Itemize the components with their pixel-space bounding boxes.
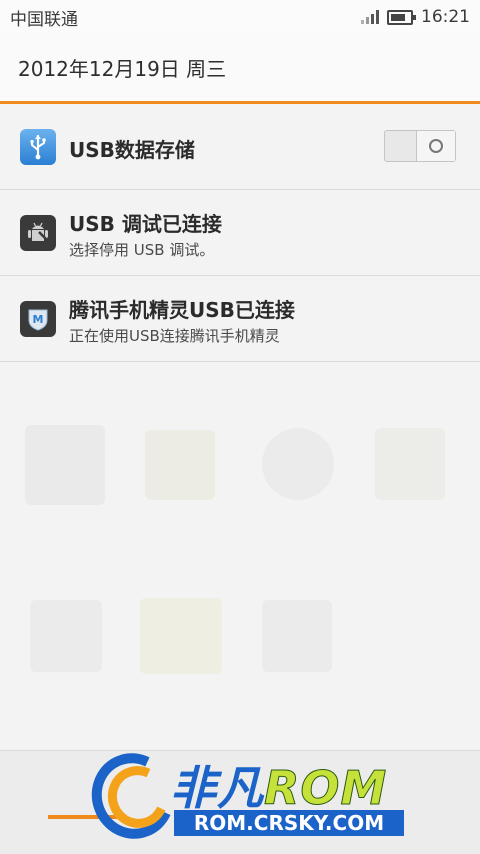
clock: 16:21 (421, 7, 470, 27)
brand-cn: 非凡 (170, 761, 264, 815)
notification-usb-debugging[interactable]: USB 调试已连接 选择停用 USB 调试。 (0, 190, 480, 276)
status-bar: 中国联通 16:21 (0, 0, 480, 34)
carrier-label: 中国联通 (10, 9, 78, 30)
signal-icon (361, 10, 379, 24)
notification-title: USB 调试已连接 (69, 212, 222, 236)
notification-title: USB数据存储 (69, 138, 195, 162)
toggle-knob (416, 131, 455, 161)
background-app-icon (140, 598, 222, 674)
background-app-icon (262, 600, 332, 672)
date-label: 2012年12月19日 周三 (18, 57, 227, 81)
status-icons: 16:21 (361, 7, 470, 27)
background-app-icon (375, 428, 445, 500)
watermark-url: ROM.CRSKY.COM (174, 810, 404, 836)
usb-storage-toggle[interactable] (384, 130, 456, 162)
notification-subtitle: 正在使用USB连接腾讯手机精灵 (69, 327, 280, 345)
background-app-icon (262, 428, 334, 500)
tencent-manager-icon: M (20, 301, 56, 337)
watermark-brand: 非凡ROM (170, 752, 387, 818)
watermark-logo: 非凡ROM ROM.CRSKY.COM (79, 741, 412, 851)
notification-tencent-manager[interactable]: M 腾讯手机精灵USB已连接 正在使用USB连接腾讯手机精灵 (0, 276, 480, 362)
usb-icon (20, 129, 56, 165)
background-app-icon (30, 600, 102, 672)
android-debug-icon (20, 215, 56, 251)
battery-icon (387, 9, 416, 25)
svg-text:M: M (33, 313, 44, 326)
notification-usb-storage[interactable]: USB数据存储 (0, 104, 480, 190)
notification-subtitle: 选择停用 USB 调试。 (69, 241, 215, 259)
background-app-icon (25, 425, 105, 505)
notification-header: 2012年12月19日 周三 (0, 34, 480, 101)
notification-title: 腾讯手机精灵USB已连接 (69, 298, 295, 322)
brand-rom: ROM (263, 761, 388, 816)
background-app-icon (145, 430, 215, 500)
